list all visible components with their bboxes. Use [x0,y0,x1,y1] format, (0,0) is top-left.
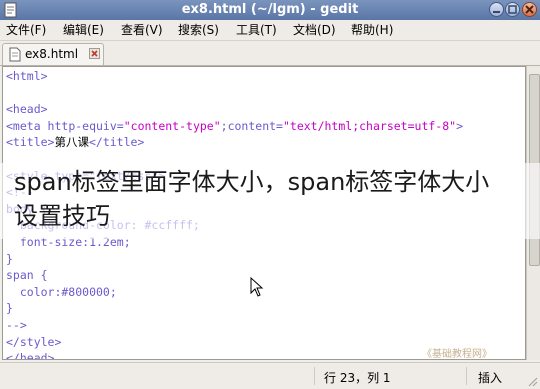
code-line: color:#800000; [6,284,463,301]
close-icon [525,5,534,14]
code-line: --> [6,317,463,334]
title-bar[interactable]: ex8.html (~/lgm) - gedit [0,0,540,20]
code-line: <html> [6,68,463,85]
code-token: > [456,118,463,133]
code-line: } [6,300,463,317]
menu-search[interactable]: 搜索(S) [178,23,219,37]
code-token: <title> [6,135,55,150]
watermark: 《基础教程网》 [422,349,492,360]
caption-overlay: span标签里面字体大小，span标签字体大小 设置技巧 [0,163,540,239]
code-token: "text/html;charset=utf-8" [282,118,457,133]
close-window-button[interactable] [522,2,537,17]
code-token: color:#800000; [6,284,117,299]
code-token: ;content= [220,118,283,133]
status-separator [466,367,467,385]
status-bar: 行 23，列 1 插入 [0,362,540,389]
caption-line-1: span标签里面字体大小，span标签字体大小 [14,168,490,196]
code-line: span { [6,267,463,284]
resize-grip-icon[interactable] [526,375,538,387]
minimize-icon [493,11,500,13]
tab-label: ex8.html [25,47,79,61]
code-token: http-equiv= [47,118,124,133]
tab-ex8-html[interactable]: ex8.html [2,43,104,65]
code-token: <head> [6,102,48,117]
menu-bar: 文件(F) 编辑(E) 查看(V) 搜索(S) 工具(T) 文档(D) 帮助(H… [0,20,540,41]
code-token: <html> [6,69,48,83]
code-token: </style> [6,334,62,349]
maximize-button[interactable] [505,2,520,17]
menu-file[interactable]: 文件(F) [6,23,46,37]
mouse-pointer-icon [250,277,264,297]
window-title: ex8.html (~/lgm) - gedit [181,2,359,17]
maximize-icon [508,5,517,14]
code-token: </head> [6,351,55,360]
code-line: </head> [6,350,463,360]
code-token: <meta [6,118,48,133]
cursor-position: 行 23，列 1 [324,371,391,385]
code-line: <title>第八课</title> [6,134,463,151]
menu-help[interactable]: 帮助(H) [351,23,393,37]
gedit-window: ex8.html (~/lgm) - gedit 文件(F) 编辑(E) 查看(… [0,0,540,389]
document-icon [9,47,21,62]
code-token: } [6,301,13,316]
minimize-button[interactable] [489,2,504,17]
code-token: } [6,251,13,266]
tab-close-icon[interactable] [89,48,100,59]
menu-documents[interactable]: 文档(D) [293,23,336,37]
code-token: 第八课 [54,135,89,150]
code-token: span { [6,268,48,283]
menu-edit[interactable]: 编辑(E) [63,23,104,37]
code-line: <meta http-equiv="content-type";content=… [6,118,463,135]
caption-line-2: 设置技巧 [14,202,110,230]
insert-mode: 插入 [478,371,503,385]
code-token: "content-type" [123,118,221,133]
code-line: } [6,251,463,268]
code-line: </style> [6,334,463,351]
status-separator [314,367,315,385]
tab-bar: ex8.html [0,41,540,66]
code-line: <head> [6,101,463,118]
menu-tools[interactable]: 工具(T) [236,23,277,37]
code-token: </title> [88,135,145,150]
code-token: --> [6,317,27,332]
menu-view[interactable]: 查看(V) [121,23,163,37]
